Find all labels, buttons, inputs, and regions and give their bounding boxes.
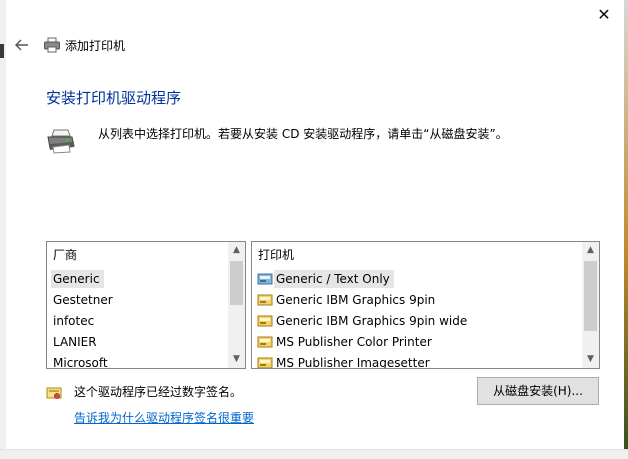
scroll-thumb[interactable] <box>584 261 597 331</box>
scroll-thumb[interactable] <box>230 261 243 305</box>
printer-large-icon <box>46 128 76 154</box>
scroll-down-arrow-icon[interactable]: ▼ <box>228 351 245 368</box>
printer-item[interactable]: Generic IBM Graphics 9pin <box>252 290 582 311</box>
manufacturer-item-lanier[interactable]: LANIER <box>47 332 228 353</box>
manufacturer-item-generic[interactable]: Generic <box>47 269 228 290</box>
scroll-up-arrow-icon[interactable]: ▲ <box>228 242 245 259</box>
dialog-footer-bar <box>0 449 628 459</box>
manufacturer-item-gestetner[interactable]: Gestetner <box>47 290 228 311</box>
printer-driver-icon <box>257 273 273 285</box>
close-icon: ✕ <box>597 5 611 24</box>
manufacturer-item-microsoft[interactable]: Microsoft <box>47 353 228 368</box>
manufacturer-list[interactable]: 厂商 Generic Gestetner infotec LANIER Micr… <box>46 241 246 369</box>
printer-item[interactable]: MS Publisher Color Printer <box>252 332 582 353</box>
arrow-left-icon <box>15 39 28 51</box>
window-title: 添加打印机 <box>65 39 126 53</box>
background-window-edge-left <box>0 0 6 459</box>
background-window-edge-right <box>624 0 628 459</box>
printer-list[interactable]: 打印机 Generic / Text Only Generic IBM Grap… <box>251 241 600 369</box>
have-disk-button[interactable]: 从磁盘安装(H)... <box>477 377 599 405</box>
printer-item[interactable]: Generic / Text Only <box>252 269 582 290</box>
printer-driver-icon <box>257 294 273 306</box>
printer-list-header: 打印机 <box>258 248 295 262</box>
background-window-mark <box>0 44 4 58</box>
signature-status-text: 这个驱动程序已经过数字签名。 <box>74 385 243 399</box>
manufacturer-scrollbar[interactable]: ▲ ▼ <box>228 242 245 368</box>
printer-item[interactable]: Generic IBM Graphics 9pin wide <box>252 311 582 332</box>
printer-driver-icon <box>257 315 273 327</box>
printer-item[interactable]: MS Publisher Imagesetter <box>252 353 582 368</box>
manufacturer-item-infotec[interactable]: infotec <box>47 311 228 332</box>
printer-scrollbar[interactable]: ▲ ▼ <box>582 242 599 368</box>
printer-icon <box>43 37 61 53</box>
scroll-down-arrow-icon[interactable]: ▼ <box>582 351 599 368</box>
back-button[interactable] <box>13 36 31 54</box>
printer-driver-icon <box>257 336 273 348</box>
driver-signing-link[interactable]: 告诉我为什么驱动程序签名很重要 <box>74 410 254 426</box>
manufacturer-list-header: 厂商 <box>53 248 78 262</box>
printer-driver-icon <box>257 357 273 368</box>
instruction-text: 从列表中选择打印机。若要从安装 CD 安装驱动程序，请单击“从磁盘安装”。 <box>98 127 508 141</box>
certificate-icon <box>46 387 62 401</box>
scroll-up-arrow-icon[interactable]: ▲ <box>582 242 599 259</box>
close-button[interactable]: ✕ <box>592 4 616 26</box>
page-title: 安装打印机驱动程序 <box>46 89 182 107</box>
